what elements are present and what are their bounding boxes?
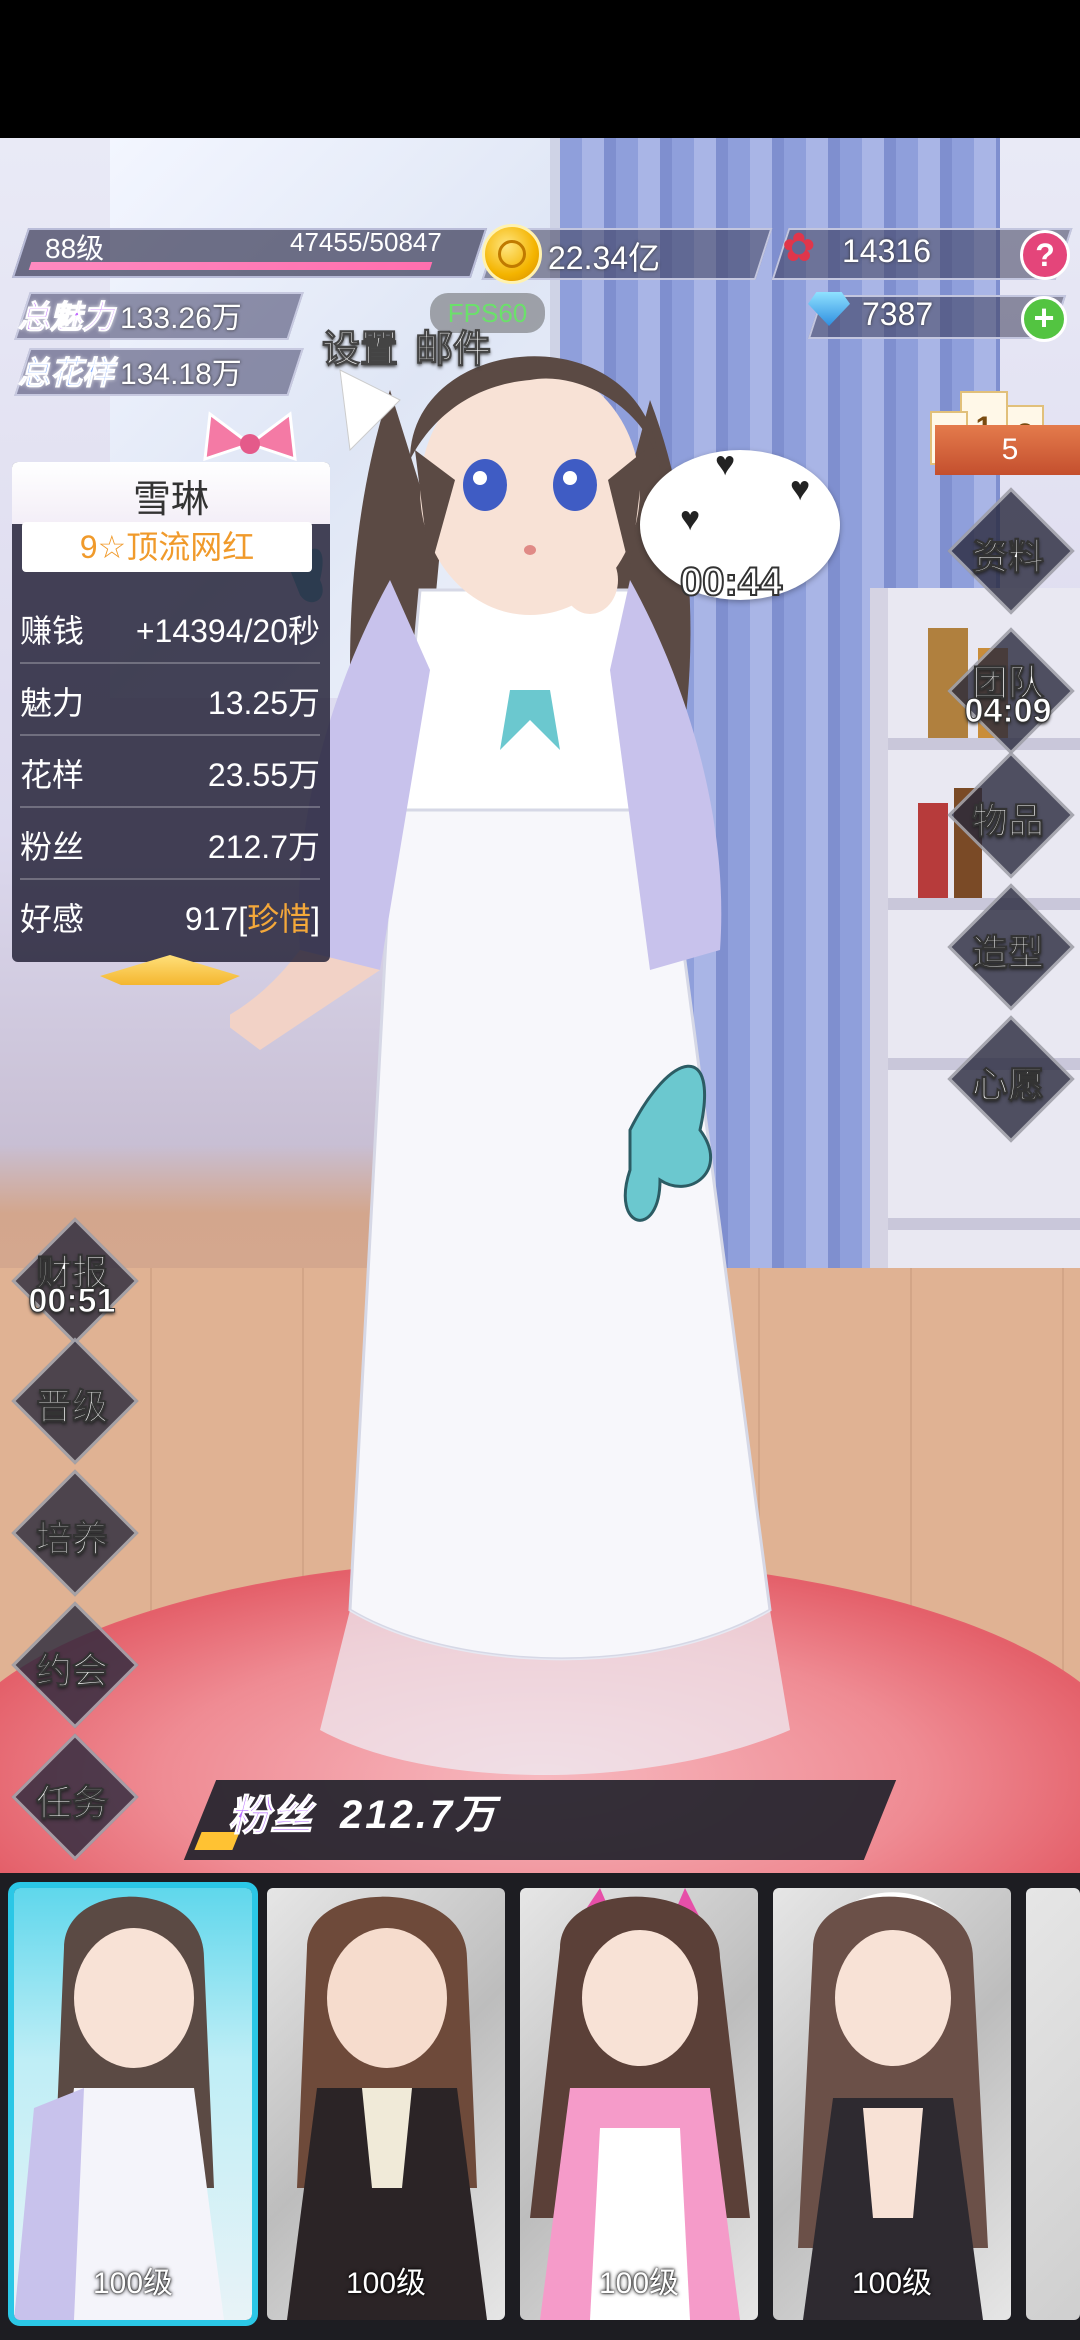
- stat-row-fans: 粉丝 212.7万: [20, 808, 320, 880]
- ranking-count: 5: [935, 425, 1080, 475]
- team-timer: 04:09: [964, 692, 1052, 731]
- date-label: 约会: [35, 1650, 108, 1692]
- promote-button[interactable]: 晋级: [12, 1338, 132, 1458]
- roster-card-5-partial[interactable]: [1026, 1888, 1080, 2320]
- stat-label: 好感: [20, 901, 85, 937]
- items-label: 物品: [971, 800, 1044, 842]
- total-style-label: 总花样: [17, 355, 115, 392]
- total-charm-value: 133.26万: [120, 302, 242, 335]
- diamond-value: 7387: [862, 296, 934, 332]
- stat-label: 粉丝: [20, 829, 85, 865]
- exp-value: 47455/50847: [290, 227, 442, 257]
- total-charm-label: 总魅力: [17, 299, 115, 336]
- roster-level: 100级: [598, 2267, 680, 2300]
- promote-label: 晋级: [35, 1386, 108, 1428]
- stat-label: 赚钱: [20, 613, 85, 649]
- stat-row-earnings: 赚钱 +14394/20秒: [20, 592, 320, 664]
- bubble-timer: 00:44: [679, 559, 783, 605]
- styling-button[interactable]: 造型: [948, 884, 1068, 1004]
- stat-label: 花样: [20, 757, 85, 793]
- character-title: 9☆顶流网红: [22, 522, 312, 572]
- profile-label: 资料: [971, 536, 1044, 578]
- pink-bow-icon: [203, 411, 297, 462]
- roster-level: 100级: [92, 2267, 174, 2300]
- roster-card-3[interactable]: 100级: [520, 1888, 758, 2320]
- roster-level: 100级: [345, 2267, 427, 2300]
- roster-portrait: [14, 1896, 224, 2320]
- task-label: 任务: [35, 1782, 108, 1824]
- stat-row-style: 花样 23.55万: [20, 736, 320, 808]
- finance-timer: 00:51: [28, 1282, 116, 1321]
- items-button[interactable]: 物品: [948, 752, 1068, 872]
- total-style: 总花样 134.18万: [17, 348, 242, 396]
- profile-button[interactable]: 资料: [948, 488, 1068, 608]
- stat-value: 23.55万: [207, 757, 320, 793]
- wish-label: 心愿: [971, 1064, 1044, 1106]
- stat-row-charm: 魅力 13.25万: [20, 664, 320, 736]
- total-charm: 总魅力 133.26万: [17, 292, 242, 340]
- date-button[interactable]: 约会: [12, 1602, 132, 1722]
- stat-value: +14394/20秒: [135, 613, 320, 649]
- roster-card-1[interactable]: 100级: [8, 1882, 258, 2326]
- total-style-value: 134.18万: [120, 358, 242, 391]
- heart-icon: ♥: [790, 470, 811, 508]
- level-label: 88级: [45, 233, 105, 264]
- add-diamond-button[interactable]: +: [1021, 296, 1067, 342]
- affection-close-bracket: ]: [311, 901, 320, 937]
- rose-icon: ✿: [782, 226, 816, 270]
- stat-value: 917[珍惜]: [185, 894, 320, 940]
- affection-level: 珍惜: [247, 901, 312, 937]
- team-button[interactable]: 团队 04:09: [948, 628, 1068, 748]
- stat-label: 魅力: [20, 685, 85, 721]
- roster-level: 100级: [851, 2267, 933, 2300]
- rose-value: 14316: [842, 233, 931, 269]
- roster-card-2[interactable]: 100级: [267, 1888, 505, 2320]
- heart-icon: ♥: [715, 445, 736, 483]
- affection-value: 917[: [184, 901, 248, 937]
- stat-value: 212.7万: [207, 829, 320, 865]
- mail-button[interactable]: 邮件: [414, 318, 491, 373]
- stat-row-affection: 好感 917[珍惜]: [20, 880, 320, 950]
- settings-button[interactable]: 设置: [321, 318, 398, 373]
- train-button[interactable]: 培养: [12, 1470, 132, 1590]
- help-button[interactable]: ?: [1020, 230, 1070, 280]
- finance-report-button[interactable]: 财报 00:51: [12, 1218, 132, 1338]
- wish-button[interactable]: 心愿: [948, 1016, 1068, 1136]
- fans-value: 212.7万: [340, 1793, 499, 1837]
- fans-label: 粉丝: [227, 1792, 313, 1840]
- heart-icon: ♥: [680, 500, 701, 538]
- gold-value: 22.34亿: [548, 240, 661, 276]
- train-label: 培养: [35, 1518, 108, 1560]
- roster-portrait: [798, 1892, 988, 2320]
- stat-value: 13.25万: [207, 685, 320, 721]
- roster-portrait: [530, 1888, 750, 2320]
- styling-label: 造型: [971, 932, 1044, 974]
- roster-card-4[interactable]: 100级: [773, 1888, 1011, 2320]
- character-name: 雪琳: [132, 479, 209, 521]
- task-button[interactable]: 任务: [12, 1734, 132, 1854]
- gold-coin-icon: [482, 224, 542, 284]
- roster-portrait: [287, 1896, 487, 2320]
